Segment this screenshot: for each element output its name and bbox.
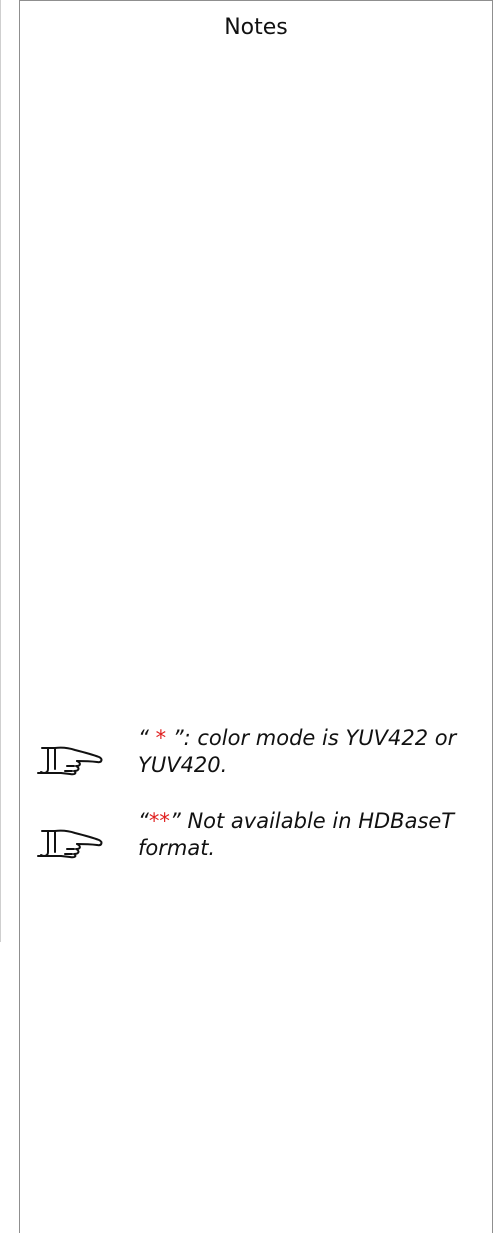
note-close-quote: ” — [166, 726, 184, 750]
note-text: “ * ”: color mode is YUV422 or YUV420. — [138, 725, 478, 779]
note-marker: ** — [148, 809, 170, 833]
column-header: Notes — [224, 15, 288, 40]
note-body: : color mode is YUV422 or YUV420. — [138, 726, 457, 777]
pointing-hand-icon — [37, 746, 103, 776]
note-body: Not available in HDBaseT format. — [138, 809, 455, 860]
note-marker: * — [155, 726, 167, 750]
left-divider-line — [0, 0, 1, 942]
note-open-quote: “ — [138, 809, 149, 833]
note-open-quote: “ — [138, 726, 156, 750]
note-text: “**” Not available in HDBaseT format. — [138, 808, 478, 862]
pointing-hand-icon — [37, 829, 103, 859]
note-close-quote: ” — [169, 809, 181, 833]
notes-column: Notes “ * ”: color mode is YUV422 or YUV… — [19, 0, 493, 1233]
